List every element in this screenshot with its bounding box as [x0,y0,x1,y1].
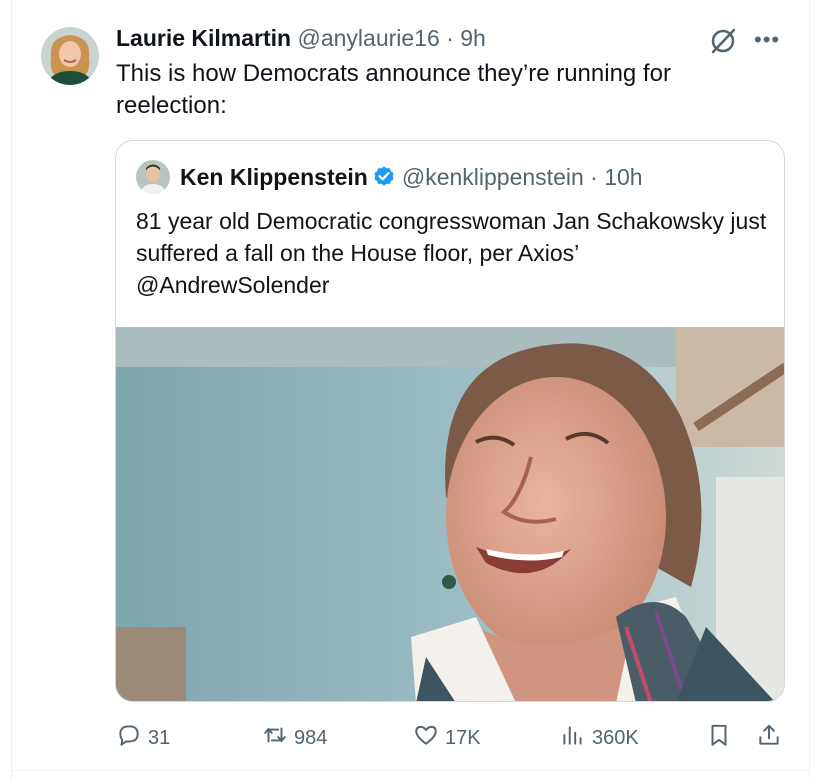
quoted-author-handle: @kenklippenstein [401,164,584,190]
quoted-author-avatar [136,160,170,194]
like-button[interactable]: 17K [413,722,481,754]
quoted-tweet-photo[interactable] [116,327,784,701]
tweet-time[interactable]: 9h [460,25,486,51]
reply-count: 31 [148,726,171,749]
repost-count: 984 [294,726,328,749]
grok-icon[interactable] [708,26,738,56]
tweet-header: Laurie Kilmartin @anylaurie16 · 9h [116,24,486,52]
tweet-actions-bar: 31 984 17K 360K [0,722,838,754]
repost-button[interactable]: 984 [262,722,327,754]
repost-icon [262,722,288,754]
author-handle[interactable]: @anylaurie16 [298,25,440,51]
bookmark-button[interactable] [706,722,732,754]
views-button[interactable]: 360K [560,722,639,754]
reply-button[interactable]: 31 [116,722,170,754]
views-icon [560,722,586,754]
frame-border-left [11,0,12,782]
views-count: 360K [592,726,639,749]
verified-badge-icon [372,165,396,189]
quoted-author-name: Ken Klippenstein [180,164,368,190]
author-avatar[interactable] [41,27,99,85]
like-count: 17K [445,726,481,749]
frame-border-bottom [11,770,810,771]
separator-dot: · [446,25,454,51]
share-button[interactable] [756,722,782,754]
quoted-tweet-time: 10h [604,164,643,190]
author-name[interactable]: Laurie Kilmartin [116,25,291,51]
quoted-tweet-card[interactable]: Ken Klippenstein @kenklippenstein · 10h 8… [115,140,785,702]
quoted-tweet-text: 81 year old Democratic congresswoman Jan… [136,208,767,298]
heart-icon [413,722,439,754]
quoted-tweet-header: Ken Klippenstein @kenklippenstein · 10h [180,163,643,191]
bookmark-icon [706,722,732,754]
tweet-text: This is how Democrats announce they’re r… [116,60,671,119]
share-icon [756,722,782,754]
reply-icon [116,722,142,754]
frame-border-right [809,0,810,782]
more-icon[interactable]: ••• [754,28,784,52]
quoted-separator-dot: · [590,164,598,190]
